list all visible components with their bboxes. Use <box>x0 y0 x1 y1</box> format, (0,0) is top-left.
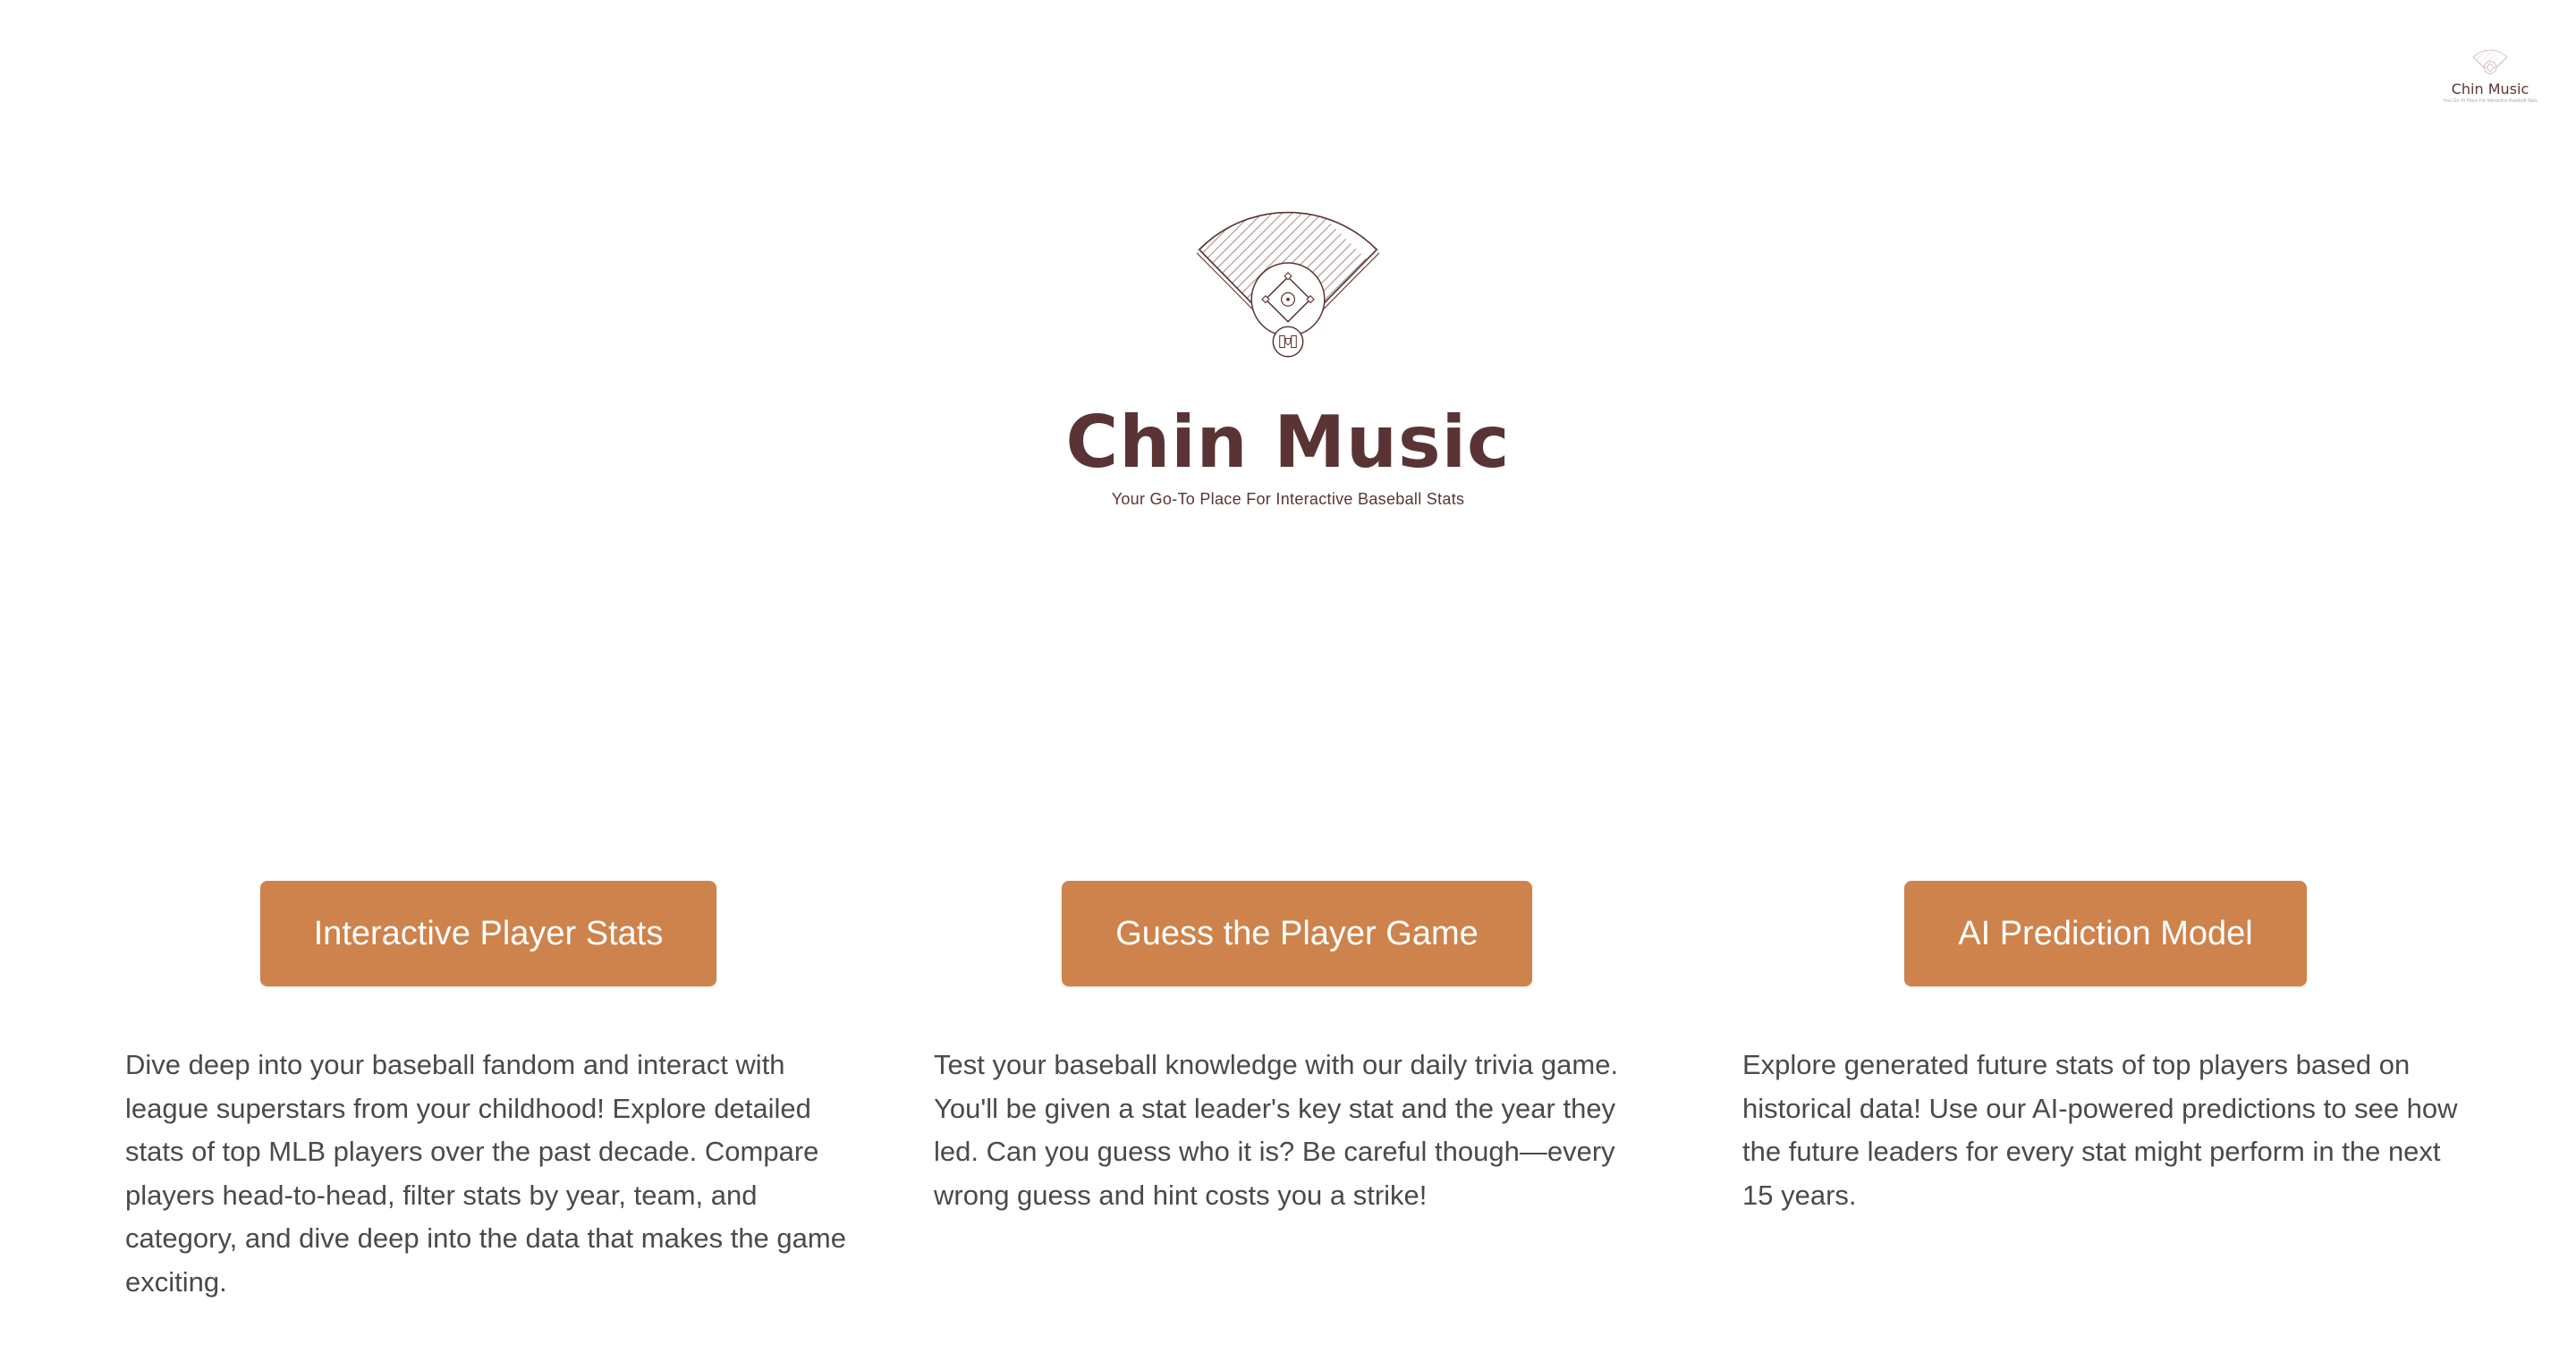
home-page: Chin Music Your Go-To Place For Interact… <box>0 0 2576 1370</box>
feature-cards: Interactive Player Stats Dive deep into … <box>125 881 2469 1304</box>
feature-description: Explore generated future stats of top pl… <box>1742 1049 2458 1211</box>
ai-prediction-model-button[interactable]: AI Prediction Model <box>1904 881 2307 986</box>
feature-description: Test your baseball knowledge with our da… <box>934 1049 1619 1211</box>
hero: Chin Music Your Go-To Place For Interact… <box>0 206 2576 509</box>
corner-brand-title: Chin Music <box>2451 80 2529 97</box>
interactive-player-stats-button[interactable]: Interactive Player Stats <box>259 881 717 986</box>
baseball-field-icon <box>1197 211 1379 358</box>
feature-card-ai-prediction: AI Prediction Model Explore generated fu… <box>1742 881 2469 1304</box>
corner-brand-subtitle: Your Go-To Place For Interactive Basebal… <box>2443 98 2538 104</box>
page-subtitle: Your Go-To Place For Interactive Basebal… <box>1111 490 1465 508</box>
guess-the-player-game-button[interactable]: Guess the Player Game <box>1062 881 1532 986</box>
corner-logo[interactable]: Chin Music Your Go-To Place For Interact… <box>2443 48 2538 104</box>
feature-description: Dive deep into your baseball fandom and … <box>125 1049 846 1298</box>
baseball-field-icon <box>2472 49 2508 75</box>
feature-card-guess-game: Guess the Player Game Test your baseball… <box>934 881 1660 1304</box>
page-title: Chin Music <box>1065 401 1511 484</box>
feature-card-player-stats: Interactive Player Stats Dive deep into … <box>125 881 852 1304</box>
